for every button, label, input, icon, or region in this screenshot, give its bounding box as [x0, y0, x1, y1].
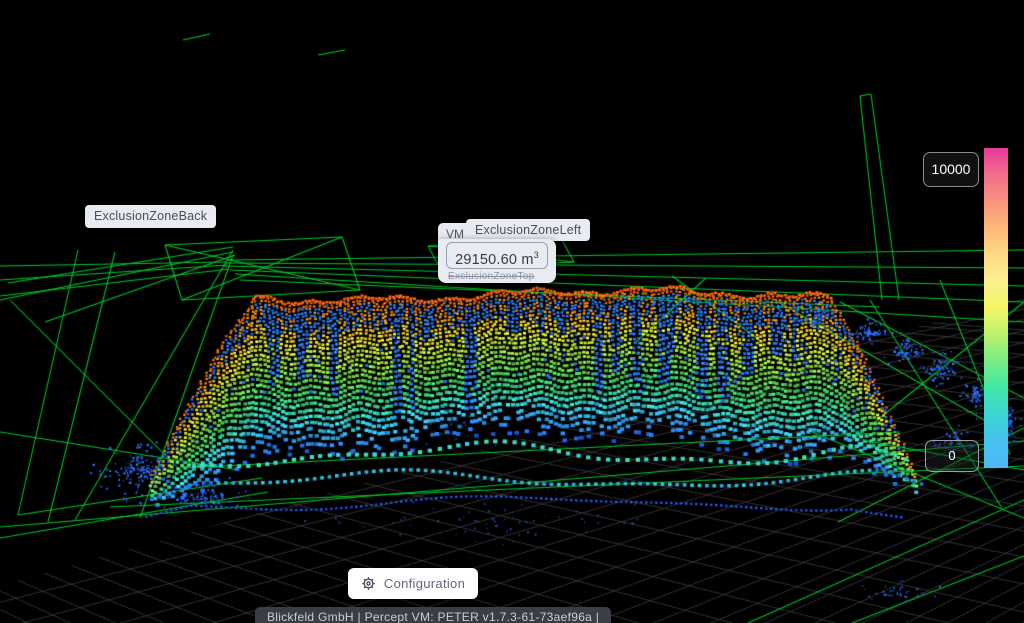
configuration-button[interactable]: Configuration	[348, 568, 478, 599]
volume-value-exponent: 3	[534, 250, 539, 260]
percept-app-window: ExclusionZoneBack ExclusionZoneLeft VM 2…	[0, 0, 1024, 623]
colorbar-max-label: 10000	[923, 152, 979, 187]
volume-value-text: 29150.60 m	[455, 252, 534, 268]
zone-label-left: ExclusionZoneLeft	[466, 219, 590, 241]
zone-label-back: ExclusionZoneBack	[85, 205, 216, 228]
volume-value: 29150.60 m3	[446, 242, 548, 269]
colorbar-min-label: 0	[925, 440, 979, 472]
height-colorbar	[984, 148, 1008, 468]
volume-tooltip-card: 29150.60 m3 ExclusionZoneTop	[438, 239, 556, 283]
configuration-label: Configuration	[384, 576, 465, 591]
status-bar: Blickfeld GmbH | Percept VM: PETER v1.7.…	[255, 607, 611, 623]
zone-label-top-struck: ExclusionZoneTop	[448, 271, 535, 282]
gear-icon	[361, 576, 376, 591]
pointcloud-3d-viewport[interactable]	[0, 0, 1024, 623]
